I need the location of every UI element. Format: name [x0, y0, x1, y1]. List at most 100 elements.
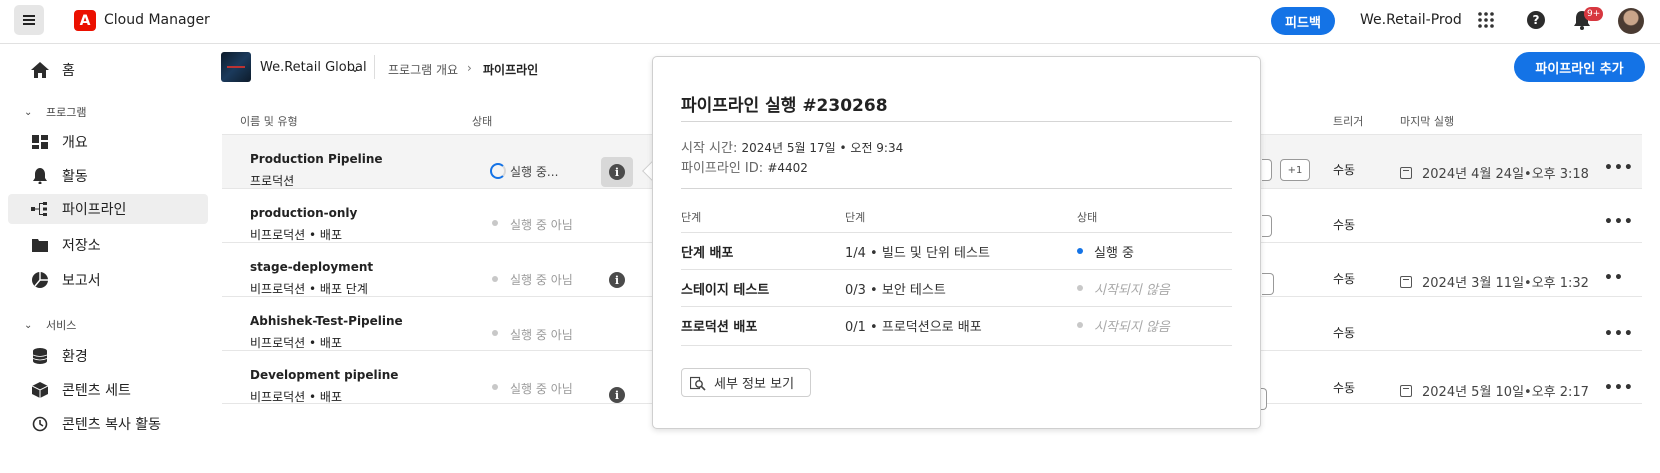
more-actions-icon[interactable]: •••: [1604, 214, 1634, 230]
more-actions-icon[interactable]: •••: [1604, 326, 1634, 342]
pipeline-trigger: 수동: [1333, 326, 1356, 340]
more-chip[interactable]: +1: [1280, 159, 1310, 181]
sidebar-item-label: 저장소: [62, 238, 101, 254]
pipeline-status: 실행 중 아님: [510, 218, 573, 232]
info-button[interactable]: i: [601, 265, 633, 295]
pipeline-type: 비프로덕션 • 배포 단계: [250, 282, 368, 296]
action-chip[interactable]: [1262, 159, 1272, 181]
pipeline-icon: [30, 199, 50, 219]
sidebar-section-services[interactable]: ⌄ 서비스: [24, 317, 76, 333]
sidebar-item-environments[interactable]: 환경: [8, 341, 208, 371]
column-header-trigger[interactable]: 트리거: [1333, 113, 1363, 129]
pipeline-trigger: 수동: [1333, 381, 1356, 395]
breadcrumb-overview[interactable]: 프로그램 개요: [388, 61, 458, 78]
sidebar-item-label: 파이프라인: [62, 202, 127, 218]
info-icon: i: [609, 272, 625, 288]
more-actions-icon[interactable]: •••: [1604, 380, 1634, 396]
popover-column-step: 단계: [845, 211, 866, 224]
database-icon: [30, 346, 50, 366]
pipeline-type: 비프로덕션 • 배포: [250, 336, 342, 350]
bell-icon: [30, 166, 50, 186]
breadcrumb-current: 파이프라인: [483, 63, 539, 77]
pipeline-id-label: 파이프라인 ID:: [681, 161, 764, 176]
pipeline-status: 실행 중 아님: [510, 328, 573, 342]
view-details-button[interactable]: 세부 정보 보기: [681, 368, 811, 397]
sidebar-item-label: 개요: [62, 135, 88, 151]
pipeline-name[interactable]: Development pipeline: [250, 368, 398, 382]
sidebar-item-content-sets[interactable]: 콘텐츠 세트: [8, 375, 208, 405]
add-pipeline-button[interactable]: 파이프라인 추가: [1514, 52, 1645, 82]
sidebar-item-pipelines[interactable]: 파이프라인: [8, 194, 208, 224]
sidebar-section-program[interactable]: ⌄ 프로그램: [24, 104, 86, 120]
stage-name: 단계 배포: [681, 246, 734, 261]
action-chip[interactable]: [1262, 273, 1274, 295]
history-icon: [30, 414, 50, 434]
status-dot-icon: [492, 276, 498, 282]
view-details-icon: [689, 375, 706, 391]
sidebar-item-activity[interactable]: 활동: [8, 161, 208, 191]
pipeline-name[interactable]: Production Pipeline: [250, 152, 383, 166]
chevron-down-icon: ⌄: [24, 319, 33, 331]
info-button[interactable]: i: [601, 380, 633, 410]
action-chip[interactable]: [1262, 215, 1272, 237]
pipeline-name[interactable]: stage-deployment: [250, 260, 373, 274]
sidebar-section-label: 프로그램: [46, 106, 87, 119]
feedback-button[interactable]: 피드백: [1271, 7, 1335, 35]
last-run-date: 2024년 5월 10일•오후 2:17: [1422, 385, 1589, 400]
more-actions-icon[interactable]: ••: [1604, 270, 1624, 286]
running-spinner-icon: [490, 163, 506, 179]
sidebar-item-label: 콘텐츠 복사 활동: [62, 417, 162, 433]
status-dot-icon: [492, 220, 498, 226]
column-header-last-run[interactable]: 마지막 실행: [1400, 113, 1454, 129]
menu-icon[interactable]: [14, 5, 44, 35]
help-icon[interactable]: ?: [1527, 11, 1545, 29]
pipeline-status: 실행 중 아님: [510, 382, 573, 396]
breadcrumb-divider: [374, 55, 375, 79]
app-title[interactable]: Cloud Manager: [104, 12, 210, 28]
popover-column-status: 상태: [1077, 211, 1098, 224]
pipeline-status: 실행 중...: [510, 165, 559, 179]
pipeline-name[interactable]: production-only: [250, 206, 357, 220]
column-header-name[interactable]: 이름 및 유형: [240, 113, 298, 129]
start-time: 시작 시간: 2024년 5월 17일 • 오전 9:34: [681, 137, 903, 156]
pipeline-trigger: 수동: [1333, 272, 1356, 286]
last-run: 2024년 5월 10일•오후 2:17: [1400, 381, 1589, 400]
last-run-date: 2024년 4월 24일•오후 3:18: [1422, 167, 1589, 182]
sidebar-item-home[interactable]: 홈: [8, 55, 208, 85]
divider: [681, 121, 1232, 122]
popover-title: 파이프라인 실행 #230268: [681, 96, 888, 116]
sidebar-item-label: 보고서: [62, 273, 101, 289]
dashboard-icon: [30, 132, 50, 152]
pipeline-id: 파이프라인 ID: #4402: [681, 157, 808, 176]
info-button[interactable]: i: [601, 157, 633, 187]
adobe-logo-icon[interactable]: A: [74, 10, 96, 31]
stage-name: 스테이지 테스트: [681, 283, 770, 298]
program-thumbnail[interactable]: [221, 52, 251, 82]
status-dot-icon: [492, 384, 498, 390]
sidebar-item-repositories[interactable]: 저장소: [8, 230, 208, 260]
pipeline-trigger: 수동: [1333, 163, 1356, 177]
sidebar-section-label: 서비스: [46, 319, 77, 332]
last-run: 2024년 4월 24일•오후 3:18: [1400, 163, 1589, 182]
stage-step: 0/3 • 보안 테스트: [845, 283, 946, 298]
sidebar-item-reports[interactable]: 보고서: [8, 265, 208, 295]
column-header-status[interactable]: 상태: [472, 113, 492, 129]
pipeline-type: 프로덕션: [250, 174, 295, 188]
user-avatar[interactable]: [1618, 8, 1644, 34]
chevron-down-icon[interactable]: ⌄: [350, 61, 360, 75]
pipeline-name[interactable]: Abhishek-Test-Pipeline: [250, 314, 403, 328]
org-switcher[interactable]: We.Retail-Prod: [1360, 12, 1462, 28]
info-icon: i: [609, 164, 625, 180]
view-details-label: 세부 정보 보기: [714, 377, 795, 392]
apps-grid-icon[interactable]: [1478, 12, 1494, 32]
stage-status: 실행 중: [1094, 246, 1135, 261]
sidebar-item-label: 콘텐츠 세트: [62, 383, 131, 399]
pipeline-trigger: 수동: [1333, 218, 1356, 232]
more-actions-icon[interactable]: •••: [1604, 160, 1634, 176]
stage-status: 시작되지 않음: [1094, 283, 1170, 298]
pipeline-execution-popover: 파이프라인 실행 #230268 시작 시간: 2024년 5월 17일 • 오…: [652, 56, 1261, 429]
sidebar-item-overview[interactable]: 개요: [8, 127, 208, 157]
stage-status: 시작되지 않음: [1094, 320, 1170, 335]
stage-step: 1/4 • 빌드 및 단위 테스트: [845, 246, 990, 261]
sidebar-item-content-copy-activity[interactable]: 콘텐츠 복사 활동: [8, 409, 208, 439]
